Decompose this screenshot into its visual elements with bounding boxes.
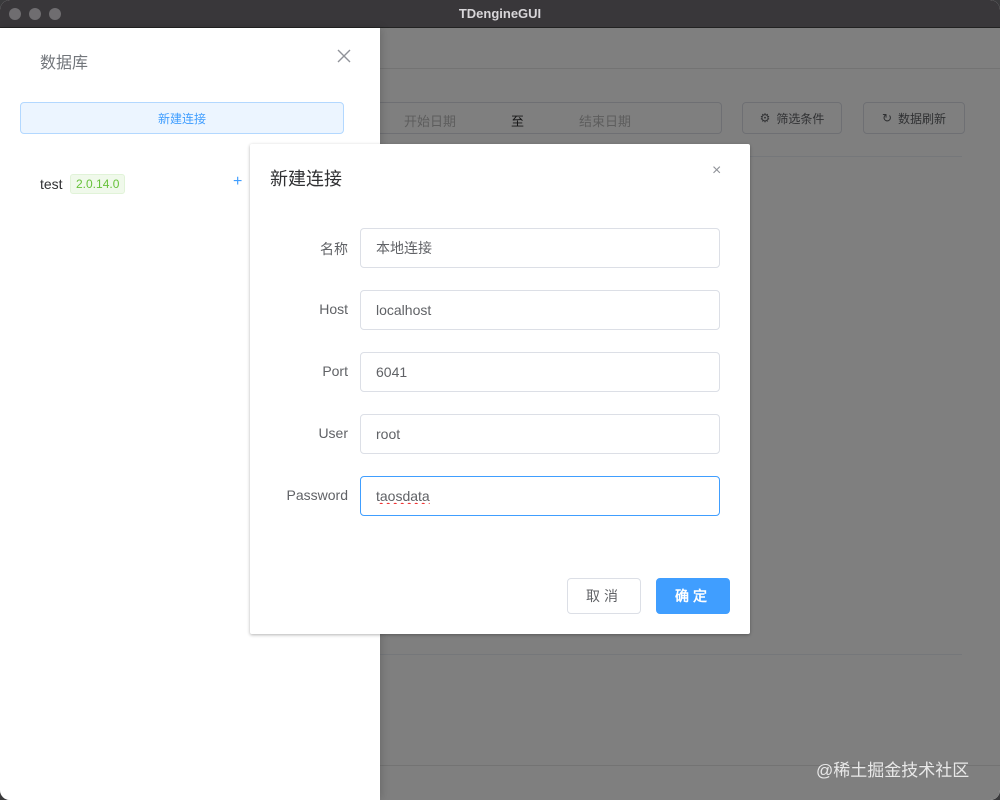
port-input[interactable] bbox=[360, 352, 720, 392]
form-row-port: Port bbox=[250, 352, 750, 392]
version-badge: 2.0.14.0 bbox=[70, 174, 126, 194]
password-label: Password bbox=[286, 487, 348, 503]
connection-name: test bbox=[40, 176, 63, 192]
app-window: TDengineGUI 开始日期 至 结束日期 ⚙ 筛选条件 ↻ 数据刷新 数据… bbox=[0, 0, 1000, 800]
drawer-title: 数据库 bbox=[40, 55, 89, 72]
window-title: TDengineGUI bbox=[458, 6, 542, 21]
confirm-button[interactable]: 确定 bbox=[656, 578, 730, 614]
host-input[interactable] bbox=[360, 290, 720, 330]
new-connection-button[interactable]: 新建连接 bbox=[20, 102, 344, 134]
user-label: User bbox=[318, 425, 348, 441]
port-label: Port bbox=[322, 363, 348, 379]
cancel-button[interactable]: 取消 bbox=[567, 578, 641, 614]
user-input[interactable] bbox=[360, 414, 720, 454]
name-input[interactable] bbox=[360, 228, 720, 268]
plus-icon[interactable]: + bbox=[233, 173, 242, 191]
close-icon[interactable] bbox=[334, 48, 354, 68]
host-label: Host bbox=[319, 301, 348, 317]
form-row-user: User bbox=[250, 414, 750, 454]
form-row-host: Host bbox=[250, 290, 750, 330]
title-bar: TDengineGUI bbox=[0, 0, 1000, 28]
watermark: @稀土掘金技术社区 bbox=[816, 761, 970, 780]
close-icon[interactable]: × bbox=[712, 162, 721, 180]
password-input[interactable] bbox=[360, 476, 720, 516]
dialog-title: 新建连接 bbox=[270, 169, 342, 189]
new-connection-dialog: 新建连接 × 名称 Host Port User Password 取消 确定 bbox=[250, 144, 750, 634]
form-row-name: 名称 bbox=[250, 228, 750, 268]
form-row-password: Password bbox=[250, 476, 750, 516]
name-label: 名称 bbox=[320, 241, 348, 257]
